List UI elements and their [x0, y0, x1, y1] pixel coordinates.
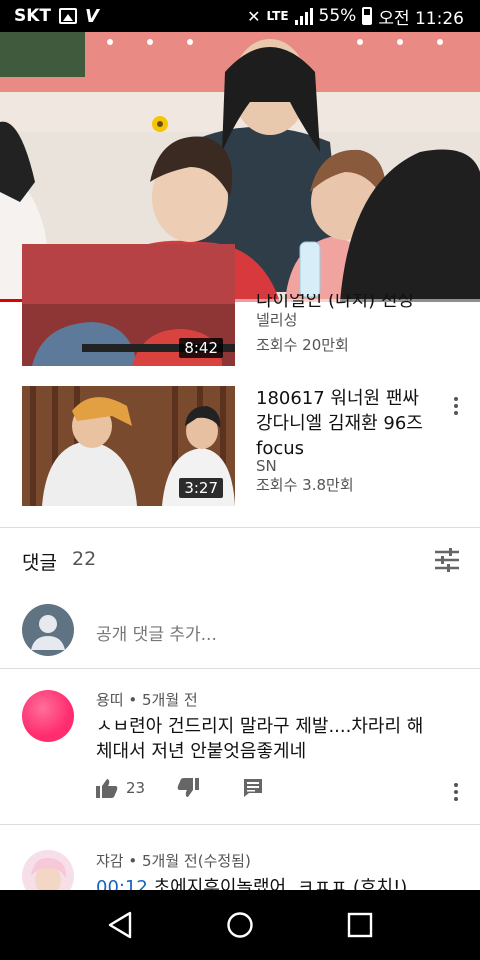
video-channel: SN	[256, 457, 277, 475]
battery-percent: 55%	[318, 6, 357, 26]
image-icon	[59, 8, 78, 24]
signal-icon	[294, 7, 313, 25]
navigation-bar	[0, 890, 480, 960]
person-icon	[31, 615, 65, 650]
lte-icon: LTE	[266, 9, 289, 23]
sort-icon[interactable]	[434, 548, 460, 572]
battery-icon	[362, 7, 373, 25]
list-item[interactable]: 3:27 180617 워너원 팬싸 강다니엘 김재환 96즈 focus SN…	[0, 386, 480, 506]
comment-more-icon[interactable]	[446, 780, 466, 804]
commenter-avatar[interactable]	[22, 690, 74, 742]
video-views: 조회수 20만회	[256, 336, 349, 354]
screen: SKT V ✕ LTE 55% 오전 11:26 8:42 다이얼인 (다치) …	[0, 0, 480, 960]
back-icon[interactable]	[100, 905, 140, 945]
comment-actions: 23	[96, 778, 263, 798]
clock: 오전 11:26	[378, 8, 464, 29]
video-channel: 넬리성	[256, 311, 298, 329]
comments-count: 22	[72, 548, 97, 570]
comments-title: 댓글	[22, 552, 57, 574]
status-bar: SKT V ✕ LTE 55% 오전 11:26	[0, 0, 480, 32]
like-count: 23	[126, 779, 146, 797]
thumbs-down-icon[interactable]	[177, 778, 200, 798]
list-item[interactable]: 8:42 다이얼인 (다치) 천싱 넬리성 조회수 20만회	[0, 244, 480, 382]
carrier-label: SKT	[14, 6, 52, 26]
video-views: 조회수 3.8만회	[256, 476, 354, 494]
volte-icon: V	[85, 5, 99, 27]
comment-author[interactable]: 용띠	[96, 691, 124, 709]
video-thumbnail[interactable]: 3:27	[22, 386, 235, 506]
add-comment-input[interactable]: 공개 댓글 추가...	[96, 620, 217, 645]
comment-age: 5개월 전	[142, 691, 198, 709]
more-options-icon[interactable]	[446, 394, 466, 418]
thumbs-up-icon[interactable]	[96, 778, 118, 798]
reply-icon[interactable]	[243, 778, 263, 798]
video-title: 180617 워너원 팬싸 강다니엘 김재환 96즈 focus	[256, 388, 423, 459]
duration-badge: 8:42	[179, 338, 223, 358]
divider	[0, 824, 480, 825]
home-icon[interactable]	[220, 905, 260, 945]
duration-badge: 3:27	[179, 478, 223, 498]
divider	[0, 527, 480, 528]
comment-text: ㅅㅂ련아 건드리지 말라구 제발....차라리 해체대서 저년 안붙엇음좋게네	[96, 716, 424, 762]
comment-meta: 용띠 • 5개월 전	[96, 691, 198, 709]
divider	[0, 668, 480, 669]
comment-age: 5개월 전(수정됨)	[142, 852, 251, 870]
comment-text: 00:12 초에지후이놀랬어. ㅋㅍㅍ (흐치!)	[96, 875, 436, 890]
video-thumbnail[interactable]: 8:42	[22, 244, 235, 366]
timestamp-link[interactable]: 00:12	[96, 877, 148, 890]
comment-author[interactable]: 쟈감	[96, 852, 124, 870]
mute-icon: ✕	[247, 6, 261, 26]
recents-icon[interactable]	[340, 905, 380, 945]
user-avatar	[22, 604, 74, 656]
comment-meta: 쟈감 • 5개월 전(수정됨)	[96, 852, 251, 870]
